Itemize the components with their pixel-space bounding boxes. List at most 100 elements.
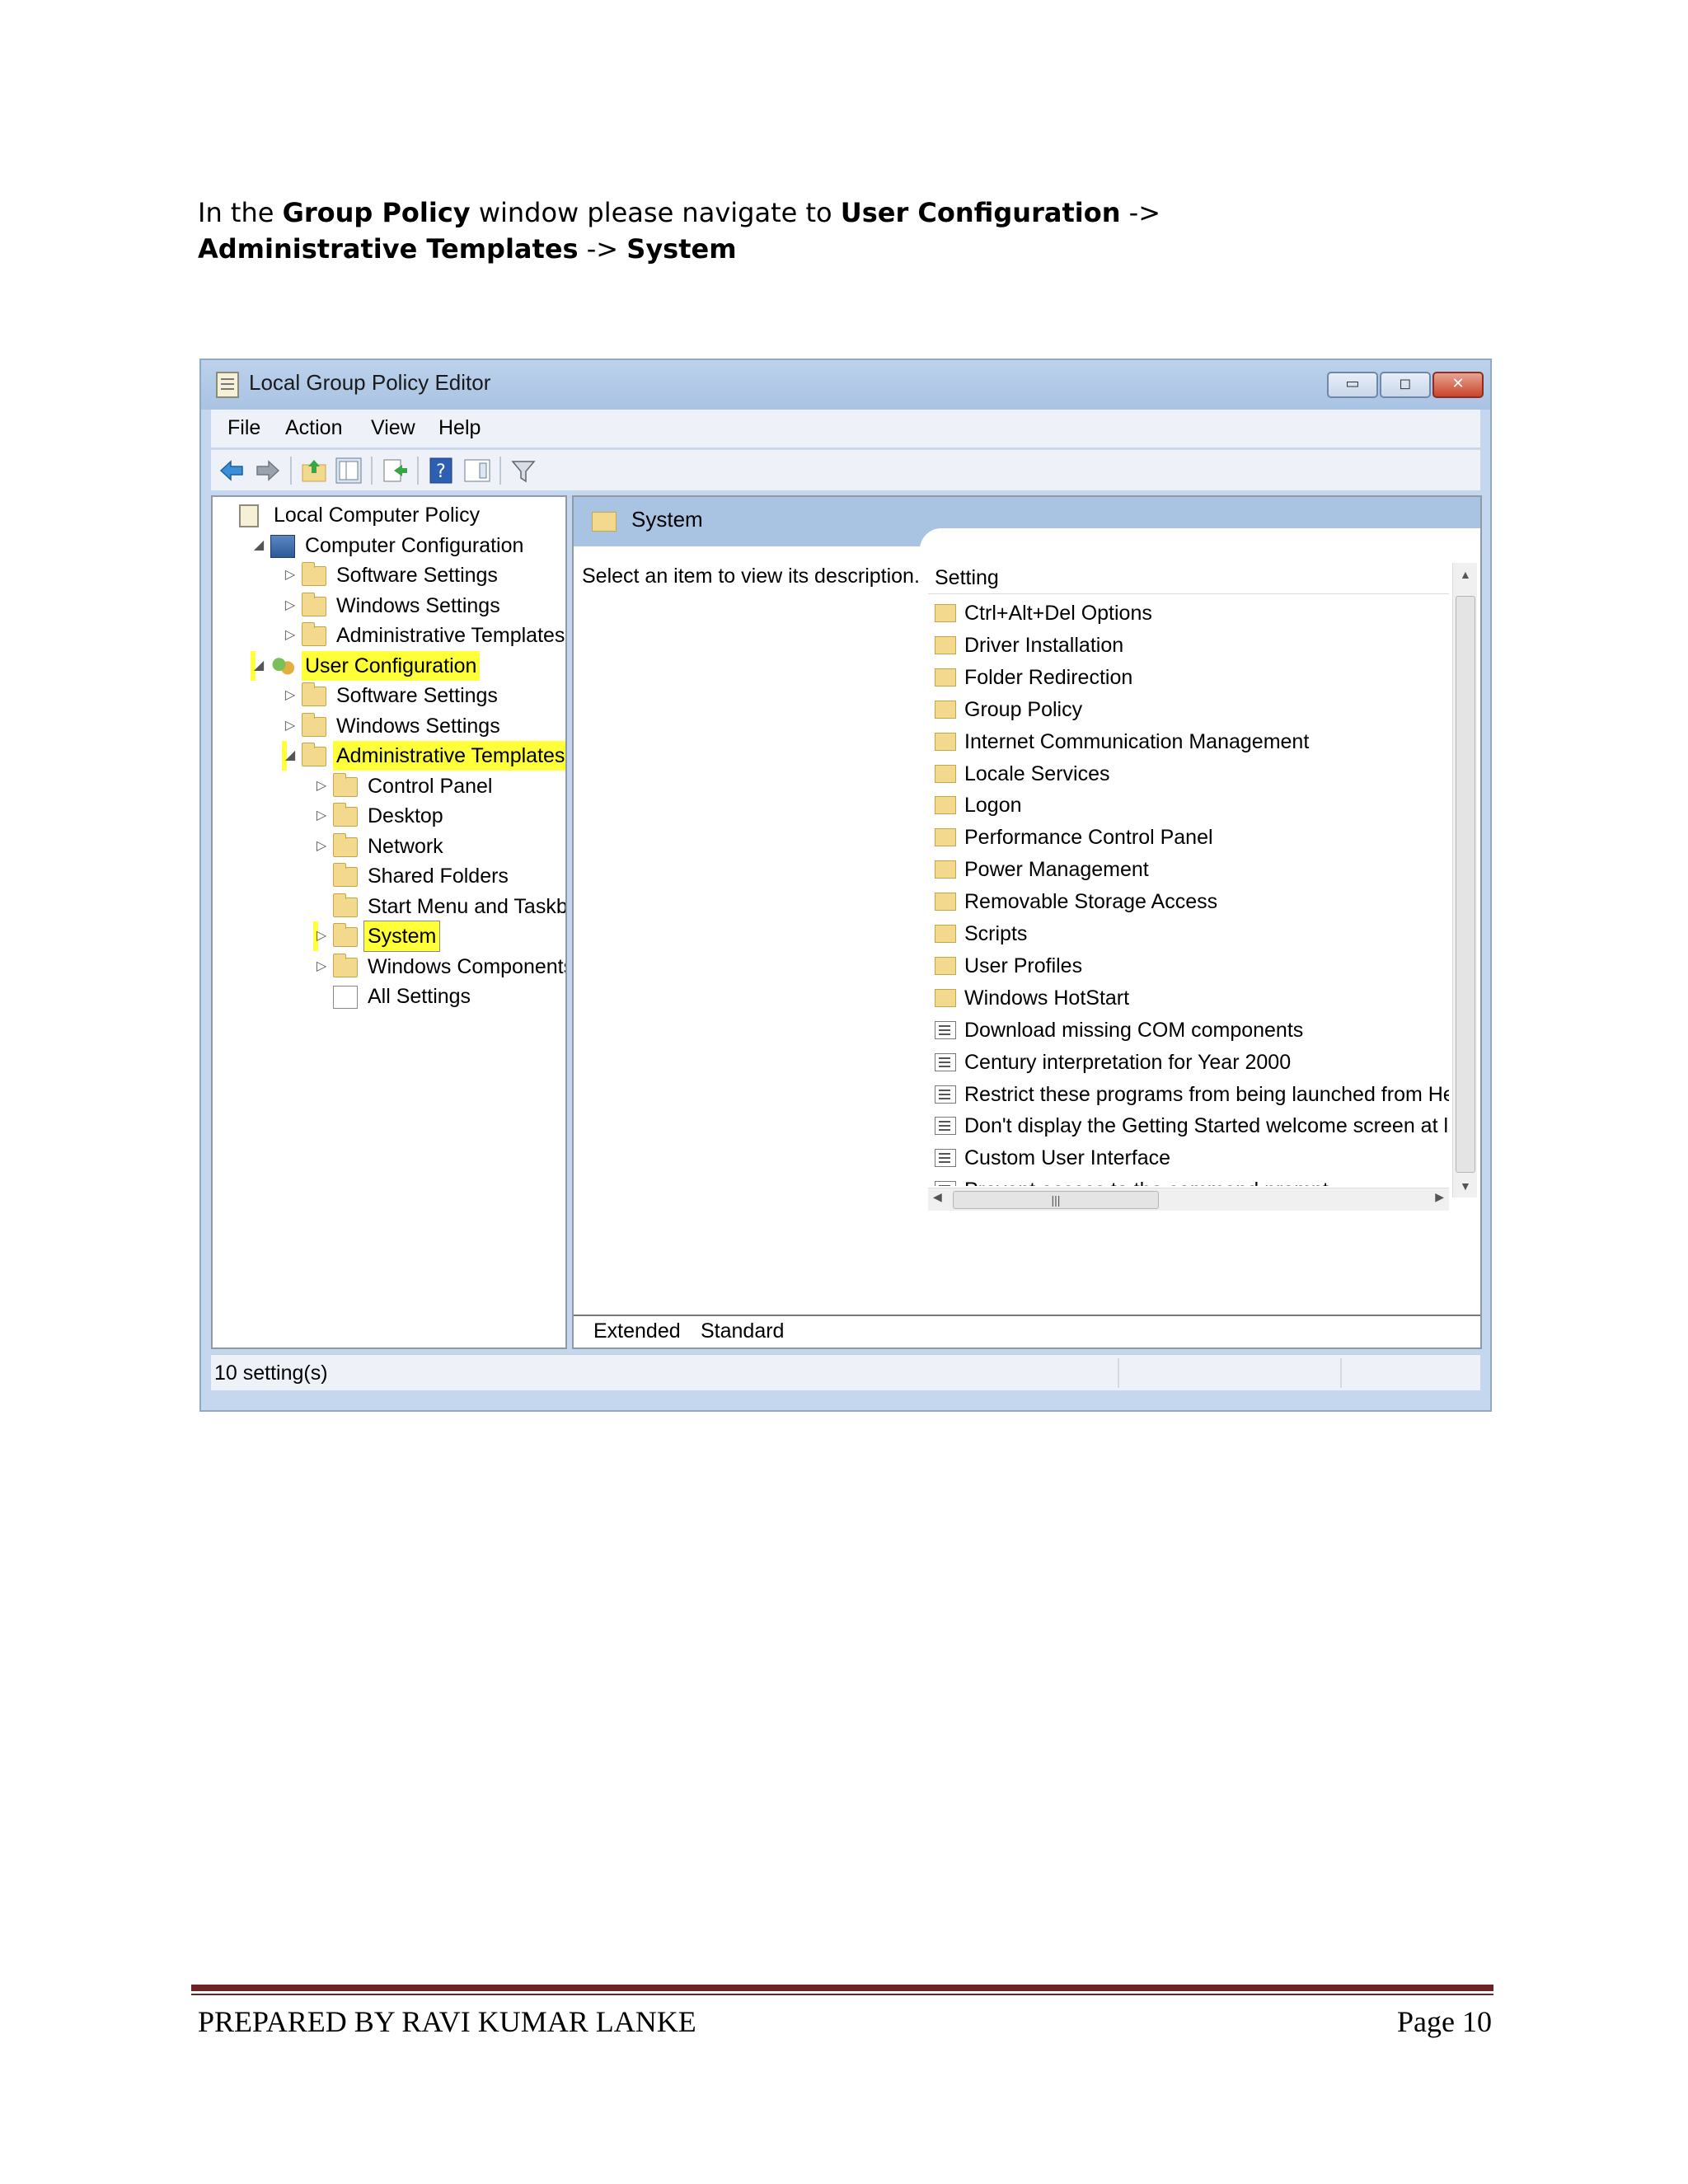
- setting-name: Prevent access to the command prompt: [964, 1174, 1329, 1186]
- tab-standard[interactable]: Standard: [701, 1319, 784, 1343]
- tree-node[interactable]: ▷ Windows Settings: [282, 711, 565, 741]
- tree-node[interactable]: ▷ Software Settings: [282, 560, 565, 590]
- setting-row[interactable]: Prevent access to the command prompt: [928, 1174, 1449, 1186]
- details-pane: System Select an item to view its descri…: [572, 495, 1482, 1349]
- group-policy-editor-window: Local Group Policy Editor ▭ ◻ ✕ File Act…: [199, 359, 1492, 1412]
- tree-node[interactable]: Local Computer Policy: [219, 500, 565, 530]
- menu-file[interactable]: File: [227, 416, 260, 440]
- policy-setting-icon: [935, 1085, 956, 1104]
- setting-row[interactable]: Don't display the Getting Started welcom…: [928, 1110, 1449, 1141]
- intro-text: In the: [198, 197, 283, 228]
- tree-node[interactable]: ▷ Windows Components: [313, 952, 565, 982]
- setting-row[interactable]: Download missing COM components: [928, 1015, 1449, 1046]
- forward-arrow-icon[interactable]: [254, 457, 282, 485]
- setting-row[interactable]: Scripts: [928, 918, 1449, 949]
- tree-node[interactable]: ◢ Administrative Templates: [282, 741, 565, 771]
- vertical-scrollbar[interactable]: ▲ ▼: [1452, 563, 1477, 1197]
- column-header-setting[interactable]: Setting: [928, 563, 1449, 594]
- folder-icon: [935, 893, 956, 912]
- tree-node[interactable]: Start Menu and Taskbar: [313, 892, 565, 921]
- setting-row[interactable]: Group Policy: [928, 694, 1449, 725]
- tree-node[interactable]: ▷ Administrative Templates: [282, 621, 565, 650]
- expand-triangle-icon[interactable]: ▷: [282, 711, 298, 741]
- collapse-triangle-icon[interactable]: ◢: [282, 741, 298, 771]
- scroll-down-arrow-icon[interactable]: ▼: [1460, 1179, 1471, 1193]
- show-hide-action-pane-icon[interactable]: [463, 457, 491, 485]
- export-list-icon[interactable]: [381, 457, 409, 485]
- setting-row[interactable]: Custom User Interface: [928, 1142, 1449, 1174]
- show-hide-tree-icon[interactable]: [335, 457, 363, 485]
- setting-row[interactable]: Folder Redirection: [928, 662, 1449, 693]
- menu-action[interactable]: Action: [285, 416, 342, 440]
- setting-row[interactable]: Logon: [928, 790, 1449, 821]
- expand-triangle-icon[interactable]: ▷: [282, 681, 298, 710]
- policy-setting-icon: [935, 1181, 956, 1186]
- maximize-button[interactable]: ◻: [1380, 372, 1431, 398]
- close-button[interactable]: ✕: [1432, 372, 1484, 398]
- folder-icon: [935, 860, 956, 879]
- tree-node[interactable]: ▷ Network: [313, 832, 565, 861]
- tree-node[interactable]: ▷ System: [313, 921, 441, 952]
- help-icon[interactable]: ?: [427, 457, 455, 485]
- expand-triangle-icon[interactable]: ▷: [282, 560, 298, 590]
- scroll-up-arrow-icon[interactable]: ▲: [1460, 568, 1471, 581]
- policy-setting-icon: [935, 1020, 956, 1039]
- collapse-triangle-icon[interactable]: ◢: [251, 651, 267, 681]
- filter-icon[interactable]: [509, 457, 537, 485]
- tree-node[interactable]: All Settings: [313, 982, 565, 1011]
- expand-triangle-icon[interactable]: ▷: [313, 952, 330, 982]
- setting-row[interactable]: Windows HotStart: [928, 982, 1449, 1014]
- setting-row[interactable]: Performance Control Panel: [928, 822, 1449, 853]
- vertical-scroll-thumb[interactable]: [1456, 596, 1475, 1173]
- tree-node[interactable]: Shared Folders: [313, 861, 565, 891]
- intro-text: window please navigate to: [470, 197, 841, 228]
- scroll-right-arrow-icon[interactable]: ▶: [1435, 1190, 1444, 1204]
- back-arrow-icon[interactable]: [218, 457, 246, 485]
- expand-triangle-icon[interactable]: ▷: [282, 621, 298, 650]
- tab-extended[interactable]: Extended: [593, 1319, 681, 1343]
- setting-row[interactable]: User Profiles: [928, 950, 1449, 982]
- minimize-button[interactable]: ▭: [1327, 372, 1378, 398]
- title-bar[interactable]: Local Group Policy Editor ▭ ◻ ✕: [201, 360, 1490, 410]
- tree-node[interactable]: ▷ Control Panel: [313, 771, 565, 801]
- setting-row[interactable]: Restrict these programs from being launc…: [928, 1079, 1449, 1110]
- folder-icon: [333, 953, 358, 977]
- folder-icon: [935, 635, 956, 654]
- expand-triangle-icon[interactable]: ▷: [313, 771, 330, 801]
- setting-row[interactable]: Power Management: [928, 854, 1449, 885]
- setting-row[interactable]: Century interpretation for Year 2000: [928, 1047, 1449, 1078]
- tree-node[interactable]: ▷ Desktop: [313, 801, 565, 831]
- setting-name: Locale Services: [964, 762, 1110, 785]
- folder-icon: [935, 925, 956, 943]
- setting-name: Custom User Interface: [964, 1146, 1171, 1170]
- tree-node[interactable]: ◢ User Configuration: [251, 650, 481, 681]
- setting-name: Don't display the Getting Started welcom…: [964, 1114, 1449, 1138]
- status-bar: 10 setting(s): [211, 1354, 1480, 1390]
- expand-triangle-icon[interactable]: ▷: [313, 921, 330, 951]
- description-text: Select an item to view its description.: [582, 565, 920, 588]
- setting-row[interactable]: Internet Communication Management: [928, 726, 1449, 757]
- expand-triangle-icon[interactable]: ▷: [282, 591, 298, 621]
- tree-node[interactable]: ▷ Software Settings: [282, 681, 565, 710]
- up-folder-icon[interactable]: [300, 457, 328, 485]
- expand-triangle-icon[interactable]: ▷: [313, 832, 330, 861]
- expand-triangle-icon[interactable]: ▷: [313, 801, 330, 831]
- folder-icon: [935, 828, 956, 847]
- menu-help[interactable]: Help: [438, 416, 481, 440]
- horizontal-scroll-thumb[interactable]: |||: [953, 1191, 1159, 1209]
- header-curve: [920, 528, 1480, 553]
- setting-name: Scripts: [964, 922, 1028, 945]
- setting-row[interactable]: Locale Services: [928, 758, 1449, 790]
- setting-row[interactable]: Ctrl+Alt+Del Options: [928, 598, 1449, 629]
- scroll-left-arrow-icon[interactable]: ◀: [933, 1190, 942, 1204]
- folder-icon: [592, 512, 617, 532]
- folder-icon: [302, 562, 326, 586]
- setting-row[interactable]: Driver Installation: [928, 630, 1449, 661]
- tree-node[interactable]: ▷ Windows Settings: [282, 591, 565, 621]
- menu-view[interactable]: View: [371, 416, 415, 440]
- tree-node[interactable]: ◢ Computer Configuration: [251, 531, 565, 560]
- folder-icon: [935, 796, 956, 815]
- horizontal-scrollbar[interactable]: ◀ ||| ▶: [928, 1188, 1449, 1211]
- setting-row[interactable]: Removable Storage Access: [928, 886, 1449, 917]
- collapse-triangle-icon[interactable]: ◢: [251, 531, 267, 560]
